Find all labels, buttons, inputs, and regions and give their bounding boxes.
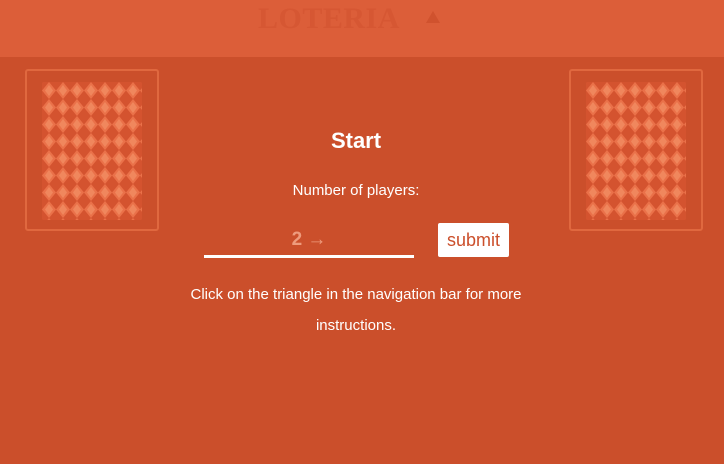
app-title: LOTERIA <box>258 2 400 35</box>
players-label: Number of players: <box>292 182 420 199</box>
start-heading: Start <box>330 128 382 153</box>
players-input[interactable] <box>204 224 414 258</box>
instructions-text: Click on the triangle in the navigation … <box>190 286 522 334</box>
navbar: LOTERIA <box>0 0 724 57</box>
triangle-up-icon[interactable] <box>425 10 441 24</box>
submit-button[interactable]: submit <box>438 223 509 257</box>
